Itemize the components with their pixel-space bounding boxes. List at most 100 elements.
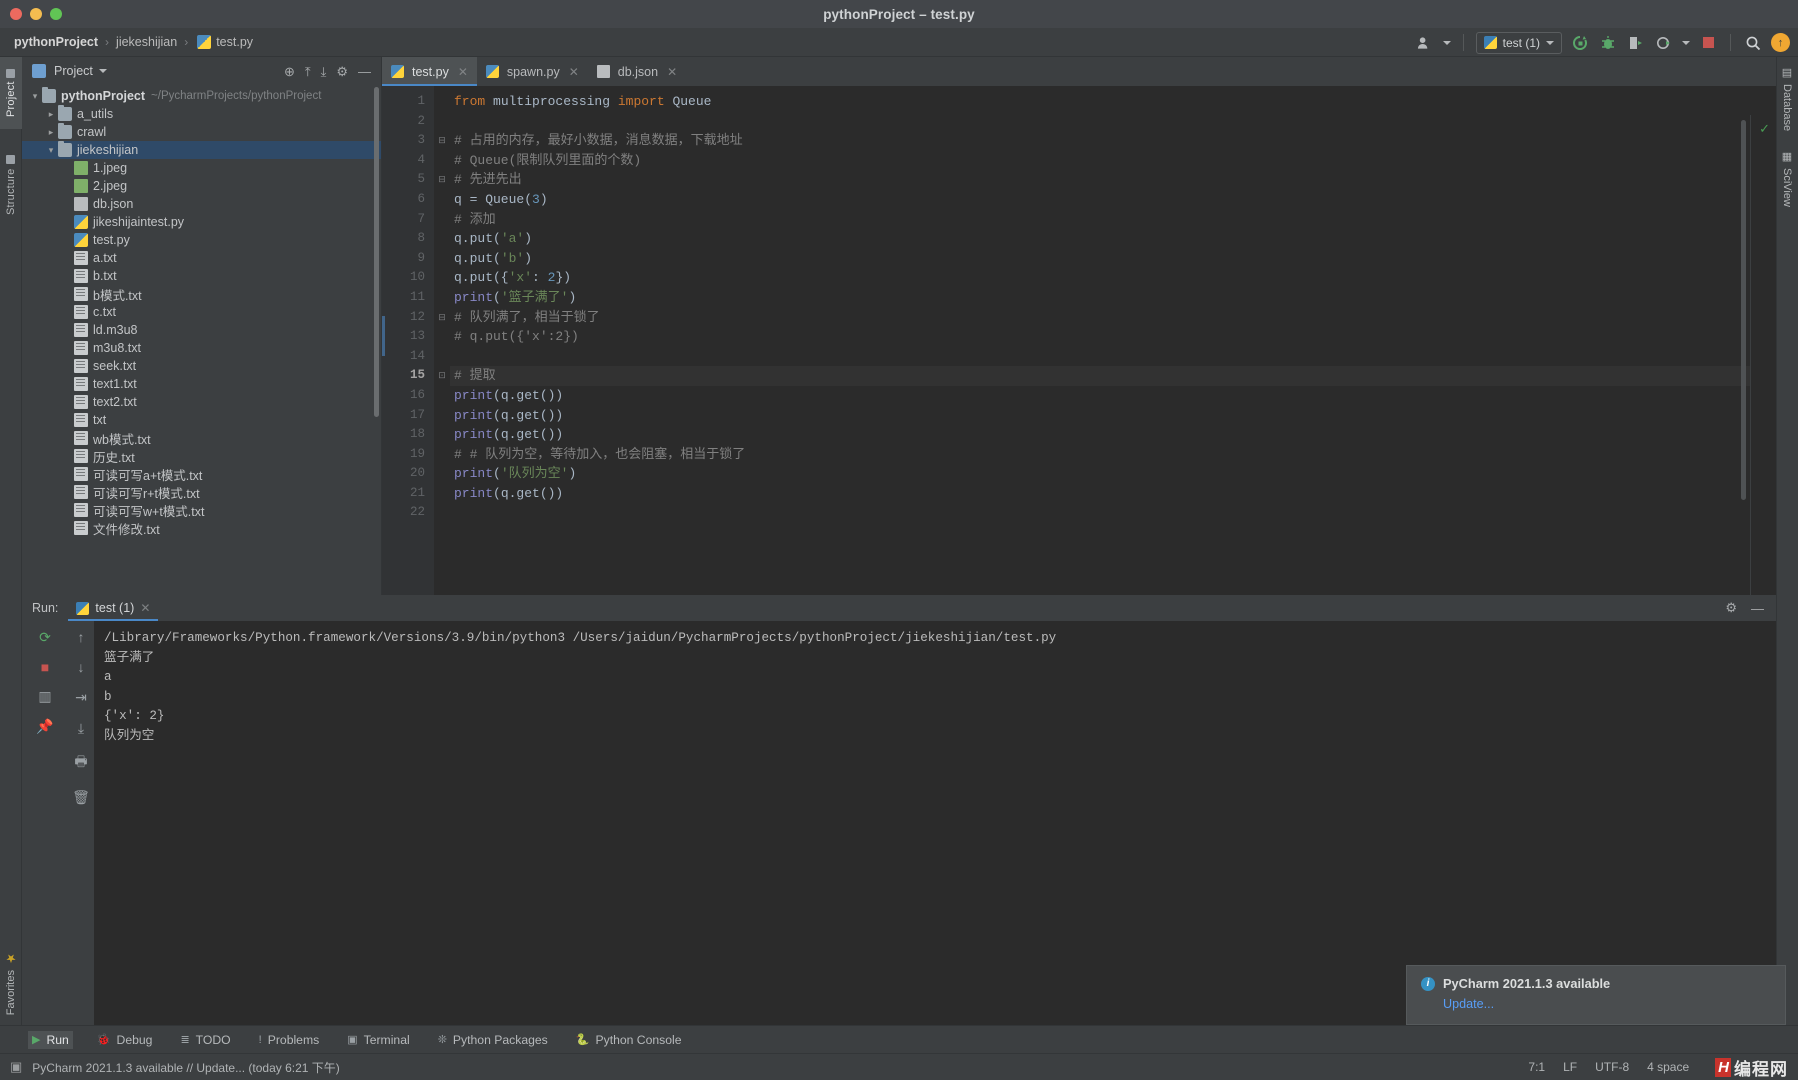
sidebar-item-favorites[interactable]: Favorites ★: [0, 946, 22, 1020]
scroll-down-icon[interactable]: ↓: [78, 659, 85, 675]
caret-position[interactable]: 7:1: [1528, 1060, 1545, 1074]
tree-item[interactable]: seek.txt: [22, 357, 381, 375]
tree-item[interactable]: ▸ a_utils: [22, 105, 381, 123]
bottom-bar-item-run[interactable]: ▶ Run: [28, 1030, 73, 1049]
rerun-icon[interactable]: [1570, 33, 1590, 53]
code-line[interactable]: # 添加: [450, 210, 1776, 230]
tree-item[interactable]: a.txt: [22, 249, 381, 267]
target-icon[interactable]: ⊕: [284, 65, 295, 78]
tree-item[interactable]: ▾ jiekeshijian: [22, 141, 381, 159]
bottom-tool-window-bar[interactable]: ▶ Run 🐞 Debug ≣ TODO! Problems ▣ Terminal ❊ Python…: [0, 1025, 1798, 1053]
code-line[interactable]: # 队列满了，相当于锁了: [450, 308, 1776, 328]
tree-item[interactable]: text2.txt: [22, 393, 381, 411]
tree-item[interactable]: txt: [22, 411, 381, 429]
tree-item[interactable]: 可读可写a+t模式.txt: [22, 465, 381, 483]
code-content[interactable]: from multiprocessing import Queue # 占用的内…: [450, 86, 1776, 595]
window-controls[interactable]: [10, 8, 62, 20]
fold-toggle-icon[interactable]: ⊟: [434, 131, 450, 151]
chevron-down-icon[interactable]: ▾: [28, 91, 42, 102]
sidebar-item-structure[interactable]: Structure: [0, 143, 22, 227]
update-icon[interactable]: ↑: [1771, 33, 1790, 52]
maximize-window-button[interactable]: [50, 8, 62, 20]
tree-item[interactable]: text1.txt: [22, 375, 381, 393]
fold-toggle-icon[interactable]: ⊟: [434, 170, 450, 190]
code-line[interactable]: q = Queue(3): [450, 190, 1776, 210]
code-line[interactable]: # 提取: [450, 366, 1776, 386]
code-line[interactable]: print(q.get()): [450, 386, 1776, 406]
bottom-bar-item-problems[interactable]: ! Problems: [255, 1031, 324, 1049]
close-icon[interactable]: ✕: [140, 601, 150, 615]
inspection-ok-icon[interactable]: ✓: [1759, 121, 1770, 137]
tree-item[interactable]: 历史.txt: [22, 447, 381, 465]
code-line[interactable]: q.put('b'): [450, 249, 1776, 269]
code-line[interactable]: # q.put({'x':2}): [450, 327, 1776, 347]
bottom-bar-item-python-console[interactable]: 🐍 Python Console: [572, 1031, 686, 1049]
bottom-bar-item-todo[interactable]: ≣ TODO: [176, 1031, 234, 1049]
code-line[interactable]: from multiprocessing import Queue: [450, 92, 1776, 112]
tree-item[interactable]: ld.m3u8: [22, 321, 381, 339]
layout-icon[interactable]: ▥: [38, 688, 51, 705]
user-dropdown-caret-icon[interactable]: [1442, 40, 1451, 45]
coverage-icon[interactable]: [1626, 33, 1646, 53]
sidebar-item-sciview[interactable]: ▦ SciView: [1776, 145, 1798, 212]
code-line[interactable]: print(q.get()): [450, 484, 1776, 504]
indent-setting[interactable]: 4 space: [1647, 1060, 1689, 1074]
code-line[interactable]: [450, 503, 1776, 523]
code-line[interactable]: q.put({'x': 2}): [450, 268, 1776, 288]
code-line[interactable]: print(q.get()): [450, 406, 1776, 426]
close-icon[interactable]: ✕: [569, 65, 579, 79]
project-tree-scrollbar[interactable]: [374, 87, 379, 417]
debug-icon[interactable]: [1598, 33, 1618, 53]
file-encoding[interactable]: UTF-8: [1595, 1060, 1629, 1074]
fold-toggle-icon[interactable]: ⊟: [434, 308, 450, 328]
close-icon[interactable]: ✕: [667, 65, 677, 79]
profile-dropdown-caret-icon[interactable]: [1682, 40, 1690, 45]
tree-item[interactable]: 1.jpeg: [22, 159, 381, 177]
expand-icon[interactable]: ⤓: [321, 65, 327, 78]
tree-item[interactable]: 2.jpeg: [22, 177, 381, 195]
pin-icon[interactable]: 📌: [36, 718, 53, 735]
tree-item[interactable]: ▾ pythonProject ~/PycharmProjects/pythonPr…: [22, 87, 381, 105]
tree-item[interactable]: m3u8.txt: [22, 339, 381, 357]
notification-balloon[interactable]: i PyCharm 2021.1.3 available Update...: [1406, 965, 1786, 1025]
user-icon[interactable]: [1415, 33, 1435, 53]
tree-item[interactable]: 文件修改.txt: [22, 519, 381, 537]
run-configuration-selector[interactable]: test (1): [1475, 31, 1562, 54]
tree-item[interactable]: wb模式.txt: [22, 429, 381, 447]
chevron-down-icon[interactable]: [98, 69, 107, 73]
tree-item[interactable]: b.txt: [22, 267, 381, 285]
fold-toggle-icon[interactable]: ⊡: [434, 366, 450, 386]
chevron-right-icon[interactable]: ▸: [44, 127, 58, 138]
profile-icon[interactable]: [1654, 33, 1674, 53]
soft-wrap-icon[interactable]: ⇥: [75, 689, 87, 706]
code-line[interactable]: print('队列为空'): [450, 464, 1776, 484]
code-line[interactable]: # 先进先出: [450, 170, 1776, 190]
breadcrumb-folder[interactable]: jiekeshijian: [116, 35, 177, 49]
gear-icon[interactable]: ⚙: [1725, 600, 1737, 616]
collapse-icon[interactable]: ⤒: [305, 65, 311, 78]
tree-item[interactable]: b模式.txt: [22, 285, 381, 303]
chevron-down-icon[interactable]: ▾: [44, 145, 58, 156]
tree-item[interactable]: 可读可写r+t模式.txt: [22, 483, 381, 501]
breadcrumb-file[interactable]: test.py: [216, 35, 253, 49]
minimize-icon[interactable]: —: [1751, 601, 1764, 616]
tree-item[interactable]: db.json: [22, 195, 381, 213]
bottom-bar-item-debug[interactable]: 🐞 Debug: [93, 1031, 157, 1049]
editor-tab[interactable]: test.py ✕: [382, 57, 477, 86]
sidebar-item-database[interactable]: ▤ Database: [1776, 61, 1798, 136]
tree-item[interactable]: jikeshijaintest.py: [22, 213, 381, 231]
minimize-window-button[interactable]: [30, 8, 42, 20]
chevron-right-icon[interactable]: ▸: [44, 109, 58, 120]
editor-tab[interactable]: db.json ✕: [588, 57, 686, 86]
editor-tab[interactable]: spawn.py ✕: [477, 57, 588, 86]
project-tree[interactable]: ▾ pythonProject ~/PycharmProjects/pythonPr…: [22, 85, 381, 595]
search-icon[interactable]: [1743, 33, 1763, 53]
editor-tab-bar[interactable]: test.py ✕ spawn.py ✕ db.json ✕: [382, 57, 1776, 86]
event-log-icon[interactable]: ▣: [10, 1059, 22, 1075]
code-line[interactable]: [450, 347, 1776, 367]
line-separator[interactable]: LF: [1563, 1060, 1577, 1074]
tree-item[interactable]: c.txt: [22, 303, 381, 321]
sidebar-item-project[interactable]: Project: [0, 57, 22, 129]
trash-icon[interactable]: 🗑: [72, 789, 90, 806]
close-icon[interactable]: ✕: [458, 65, 468, 79]
